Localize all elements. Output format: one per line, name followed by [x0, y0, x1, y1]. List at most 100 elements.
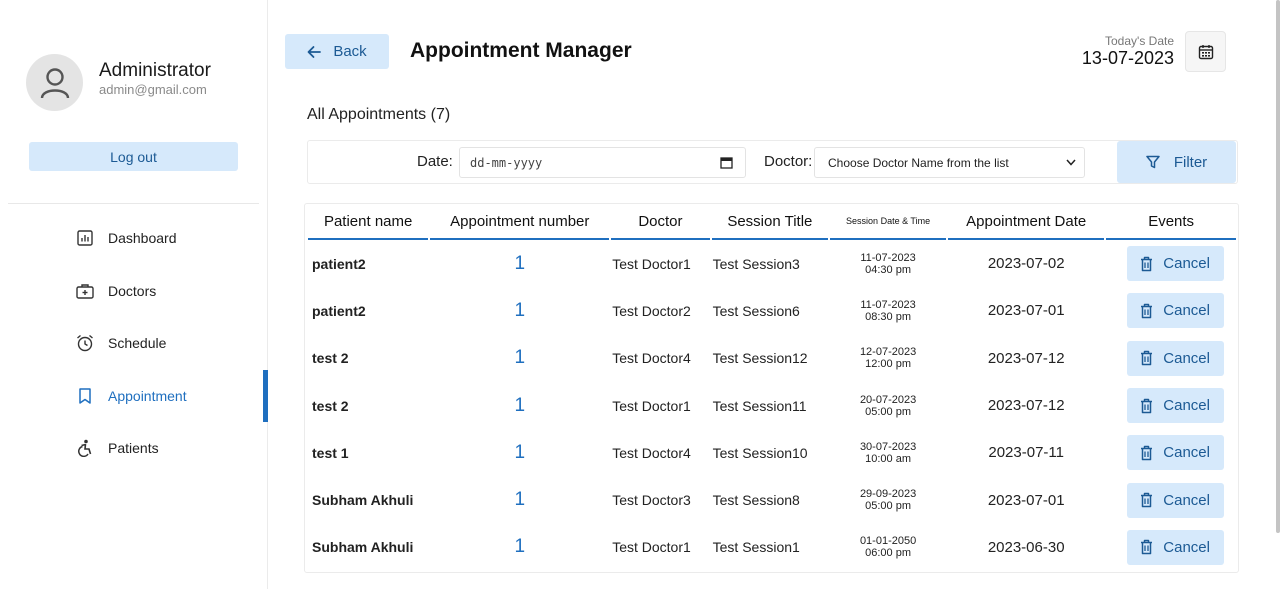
- arrow-left-icon: [307, 45, 322, 58]
- doctor-select[interactable]: Choose Doctor Name from the list: [814, 147, 1085, 178]
- table-row: patient2 1 Test Doctor2 Test Session6 11-07-…: [308, 287, 1236, 334]
- bookmark-icon: [76, 387, 94, 405]
- appointment-date-cell: 2023-07-12: [987, 349, 1065, 367]
- session-title-cell: Test Session10: [712, 444, 808, 461]
- appointment-date-cell: 2023-06-30: [987, 538, 1065, 556]
- events-cell: Cancel: [1106, 382, 1236, 429]
- appointment-number-cell: 1: [514, 347, 526, 369]
- events-cell: Cancel: [1106, 429, 1236, 476]
- sidebar-item-label: Doctors: [108, 282, 157, 299]
- cancel-button[interactable]: Cancel: [1126, 293, 1224, 329]
- cancel-button[interactable]: Cancel: [1126, 246, 1224, 282]
- appointment-date-cell: 2023-07-02: [987, 255, 1065, 273]
- dashboard-icon: [76, 229, 94, 247]
- logout-button[interactable]: Log out: [29, 142, 238, 171]
- sidebar-nav: Dashboard Doctors Schedule Appointment P…: [0, 212, 268, 475]
- patient-name-cell: test 2: [312, 397, 349, 414]
- medical-bag-icon: [76, 282, 94, 300]
- profile-email: admin@gmail.com: [99, 81, 207, 97]
- patient-name-cell: patient2: [312, 255, 366, 272]
- session-title-cell: Test Session12: [712, 350, 808, 367]
- appointment-number-cell: 1: [514, 536, 526, 558]
- cancel-button[interactable]: Cancel: [1126, 435, 1224, 471]
- session-time: 05:00 pm: [865, 500, 912, 513]
- profile: Administrator admin@gmail.com: [26, 54, 211, 111]
- table-row: patient2 1 Test Doctor1 Test Session3 11-07-…: [308, 240, 1236, 287]
- doctor-cell: Test Doctor3: [612, 492, 691, 509]
- appointment-date-cell: 2023-07-11: [988, 444, 1064, 462]
- sidebar-item-patients[interactable]: Patients: [0, 422, 268, 475]
- column-header-appointment-number: Appointment number: [430, 204, 610, 240]
- trash-icon: [1141, 303, 1153, 319]
- trash-icon: [1141, 492, 1153, 508]
- session-datetime-cell: 30-07-2023 10:00 am: [830, 429, 946, 476]
- cancel-label: Cancel: [1163, 397, 1210, 415]
- back-label: Back: [333, 43, 367, 60]
- patient-name-cell: Subham Akhuli: [312, 492, 414, 509]
- table-row: test 2 1 Test Doctor4 Test Session12 12-07-2…: [308, 335, 1236, 382]
- doctor-cell: Test Doctor1: [612, 539, 691, 556]
- cancel-label: Cancel: [1163, 302, 1210, 320]
- avatar: [26, 54, 83, 111]
- trash-icon: [1141, 256, 1153, 271]
- session-title-cell: Test Session11: [712, 397, 807, 414]
- appointment-date-cell: 2023-07-01: [987, 491, 1065, 509]
- session-date: 20-07-2023: [859, 393, 917, 406]
- events-cell: Cancel: [1106, 240, 1236, 287]
- events-cell: Cancel: [1106, 335, 1236, 382]
- table-row: Subham Akhuli 1 Test Doctor3 Test Session8 2…: [308, 476, 1236, 523]
- appointment-number-cell: 1: [514, 489, 526, 511]
- user-icon: [40, 67, 69, 98]
- sidebar-item-schedule[interactable]: Schedule: [0, 317, 268, 370]
- appointment-date-cell: 2023-07-01: [987, 302, 1065, 320]
- session-time: 12:00 pm: [865, 358, 912, 371]
- cancel-button[interactable]: Cancel: [1126, 388, 1224, 424]
- events-cell: Cancel: [1106, 476, 1236, 523]
- sidebar-item-doctors[interactable]: Doctors: [0, 265, 268, 318]
- cancel-button[interactable]: Cancel: [1126, 529, 1224, 565]
- cancel-button[interactable]: Cancel: [1126, 340, 1224, 376]
- calendar-icon[interactable]: [720, 156, 733, 169]
- session-date: 11-07-2023: [860, 298, 916, 311]
- alarm-clock-icon: [76, 334, 94, 352]
- cancel-label: Cancel: [1163, 444, 1210, 462]
- appointments-count: All Appointments (7): [307, 106, 451, 123]
- session-title-cell: Test Session6: [712, 302, 800, 319]
- session-date: 12-07-2023: [859, 346, 917, 359]
- doctor-cell: Test Doctor1: [612, 255, 691, 272]
- session-time: 05:00 pm: [865, 405, 912, 418]
- today-date: Today's Date 13-07-2023: [1082, 34, 1174, 68]
- doctor-cell: Test Doctor2: [612, 302, 691, 319]
- doctor-cell: Test Doctor1: [612, 397, 691, 414]
- session-date: 30-07-2023: [859, 440, 917, 453]
- cancel-label: Cancel: [1163, 491, 1210, 509]
- session-datetime-cell: 29-09-2023 05:00 pm: [830, 476, 946, 523]
- column-header-appointment-date: Appointment Date: [948, 204, 1105, 240]
- date-filter-placeholder: dd-mm-yyyy: [470, 155, 543, 170]
- table-row: test 1 1 Test Doctor4 Test Session10 30-07-2…: [308, 429, 1236, 476]
- patient-name-cell: patient2: [312, 302, 366, 319]
- filter-label: Filter: [1173, 153, 1208, 171]
- cancel-label: Cancel: [1163, 255, 1210, 273]
- sidebar: Administrator admin@gmail.com Log out Da…: [0, 0, 268, 589]
- calendar-button[interactable]: [1185, 31, 1226, 72]
- cancel-label: Cancel: [1163, 349, 1210, 367]
- session-datetime-cell: 01-01-2050 06:00 pm: [830, 524, 946, 571]
- session-time: 04:30 pm: [865, 263, 912, 276]
- filter-button[interactable]: Filter: [1117, 141, 1236, 183]
- column-header-events: Events: [1106, 204, 1236, 240]
- column-header-session-title: Session Title: [711, 204, 829, 240]
- appointment-date-cell: 2023-07-12: [987, 397, 1065, 415]
- doctor-select-value: Choose Doctor Name from the list: [828, 155, 1009, 170]
- back-button[interactable]: Back: [285, 34, 389, 69]
- appointment-number-cell: 1: [514, 299, 526, 321]
- patient-name-cell: test 1: [312, 444, 349, 461]
- scrollbar[interactable]: [1276, 0, 1280, 533]
- sidebar-item-dashboard[interactable]: Dashboard: [0, 212, 268, 265]
- appointments-table: Patient name Appointment number Doctor S…: [306, 204, 1238, 571]
- sidebar-item-appointment[interactable]: Appointment: [0, 369, 268, 423]
- session-datetime-cell: 11-07-2023 04:30 pm: [830, 240, 946, 287]
- date-filter-input[interactable]: dd-mm-yyyy: [459, 147, 746, 178]
- cancel-button[interactable]: Cancel: [1126, 482, 1224, 518]
- accessibility-icon: [76, 439, 94, 458]
